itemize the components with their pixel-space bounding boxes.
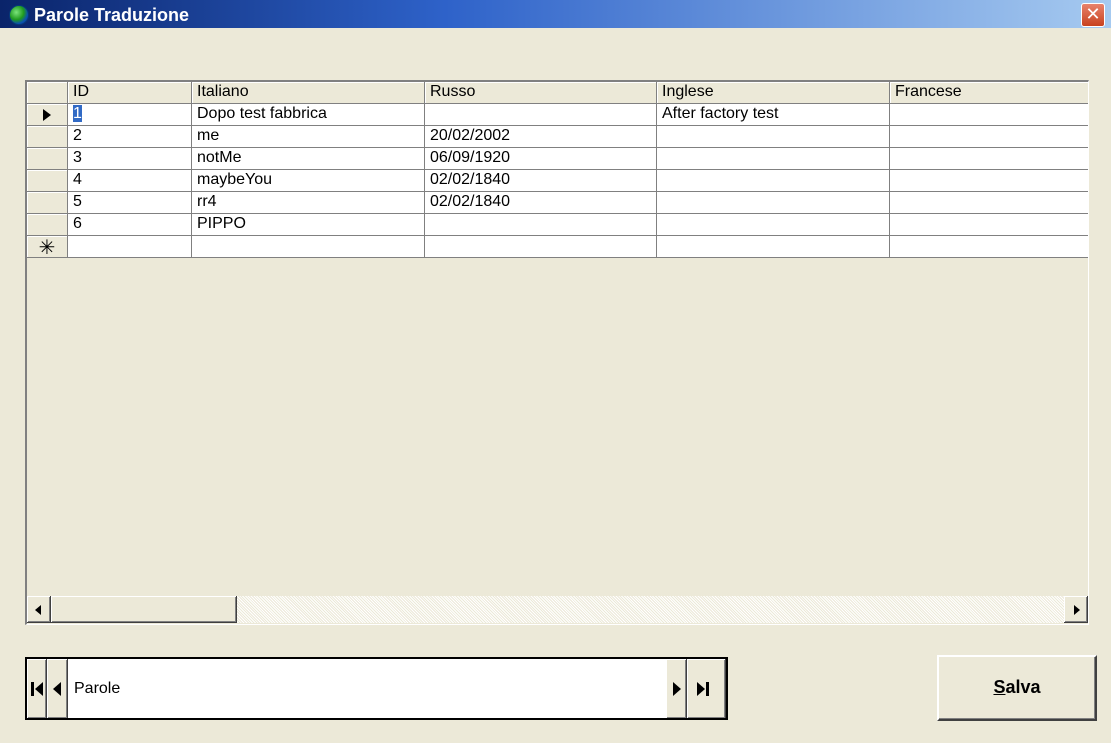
cell-russo[interactable]: 02/02/1840	[425, 192, 657, 214]
cell-id[interactable]	[68, 236, 192, 258]
cell-francese[interactable]	[890, 236, 1088, 258]
table-row[interactable]: 1 Dopo test fabbrica After factory test	[27, 104, 1088, 126]
new-record-row[interactable]: ✳	[27, 236, 1088, 258]
row-selector-new[interactable]: ✳	[27, 236, 68, 258]
row-selector[interactable]	[27, 192, 68, 214]
save-button[interactable]: Salva	[937, 655, 1097, 721]
last-record-button[interactable]	[687, 659, 726, 718]
close-button[interactable]: ✕	[1081, 3, 1105, 27]
scroll-right-button[interactable]	[1064, 596, 1088, 623]
cell-id[interactable]: 5	[68, 192, 192, 214]
row-selector[interactable]	[27, 148, 68, 170]
cell-inglese[interactable]	[657, 214, 890, 236]
row-selector-current[interactable]	[27, 104, 68, 126]
column-header-id[interactable]: ID	[68, 82, 192, 104]
table-row[interactable]: 6 PIPPO	[27, 214, 1088, 236]
table-row[interactable]: 2 me 20/02/2002	[27, 126, 1088, 148]
scroll-thumb[interactable]	[51, 596, 237, 623]
new-record-icon: ✳	[38, 236, 56, 258]
data-grid[interactable]: ID Italiano Russo Inglese Francese 1 Dop…	[25, 80, 1089, 625]
arrow-left-icon	[35, 605, 41, 615]
grid-header-row: ID Italiano Russo Inglese Francese	[27, 82, 1088, 104]
cell-inglese[interactable]	[657, 192, 890, 214]
row-selector-header[interactable]	[27, 82, 68, 104]
cell-francese[interactable]	[890, 104, 1088, 126]
row-pointer-icon	[43, 109, 51, 121]
cell-italiano[interactable]: notMe	[192, 148, 425, 170]
table-row[interactable]: 4 maybeYou 02/02/1840	[27, 170, 1088, 192]
globe-icon	[9, 5, 29, 25]
cell-russo[interactable]: 06/09/1920	[425, 148, 657, 170]
arrow-right-icon	[1074, 605, 1080, 615]
column-header-francese[interactable]: Francese	[890, 82, 1088, 104]
cell-inglese[interactable]	[657, 236, 890, 258]
cell-inglese[interactable]	[657, 148, 890, 170]
cell-inglese[interactable]	[657, 126, 890, 148]
arrow-left-icon	[53, 682, 61, 696]
cell-russo[interactable]	[425, 214, 657, 236]
table-row[interactable]: 3 notMe 06/09/1920	[27, 148, 1088, 170]
table-row[interactable]: 5 rr4 02/02/1840	[27, 192, 1088, 214]
first-record-button[interactable]	[27, 659, 47, 718]
cell-id[interactable]: 1	[68, 104, 192, 126]
cell-inglese[interactable]	[657, 170, 890, 192]
next-record-button[interactable]	[666, 659, 687, 718]
cell-id[interactable]: 4	[68, 170, 192, 192]
cell-francese[interactable]	[890, 170, 1088, 192]
arrow-right-icon	[697, 682, 705, 696]
cell-id-value: 1	[73, 105, 82, 122]
record-navigator: Parole	[25, 657, 728, 720]
cell-francese[interactable]	[890, 148, 1088, 170]
row-selector[interactable]	[27, 126, 68, 148]
cell-russo[interactable]: 02/02/1840	[425, 170, 657, 192]
title-bar[interactable]: Parole Traduzione ✕	[0, 0, 1111, 28]
cell-id[interactable]: 2	[68, 126, 192, 148]
save-button-accelerator: S	[993, 677, 1006, 697]
first-record-icon	[31, 682, 34, 696]
row-selector[interactable]	[27, 170, 68, 192]
scroll-left-button[interactable]	[27, 596, 51, 623]
arrow-left-icon	[35, 682, 43, 696]
cell-russo[interactable]: 20/02/2002	[425, 126, 657, 148]
cell-id[interactable]: 3	[68, 148, 192, 170]
row-selector[interactable]	[27, 214, 68, 236]
column-header-italiano[interactable]: Italiano	[192, 82, 425, 104]
cell-italiano[interactable]: rr4	[192, 192, 425, 214]
last-record-icon	[706, 682, 709, 696]
cell-italiano[interactable]: me	[192, 126, 425, 148]
cell-italiano[interactable]: maybeYou	[192, 170, 425, 192]
main-window: Parole Traduzione ✕ ID Italiano Russo In…	[0, 0, 1111, 743]
save-button-label: alva	[1005, 677, 1041, 697]
cell-russo[interactable]	[425, 104, 657, 126]
cell-francese[interactable]	[890, 214, 1088, 236]
cell-id[interactable]: 6	[68, 214, 192, 236]
column-header-inglese[interactable]: Inglese	[657, 82, 890, 104]
cell-italiano[interactable]: PIPPO	[192, 214, 425, 236]
cell-italiano[interactable]: Dopo test fabbrica	[192, 104, 425, 126]
column-header-russo[interactable]: Russo	[425, 82, 657, 104]
horizontal-scrollbar[interactable]	[27, 596, 1088, 623]
window-title: Parole Traduzione	[34, 5, 190, 25]
cell-francese[interactable]	[890, 126, 1088, 148]
cell-russo[interactable]	[425, 236, 657, 258]
arrow-right-icon	[673, 682, 681, 696]
cell-inglese[interactable]: After factory test	[657, 104, 890, 126]
cell-francese[interactable]	[890, 192, 1088, 214]
previous-record-button[interactable]	[47, 659, 68, 718]
cell-italiano[interactable]	[192, 236, 425, 258]
navigator-caption: Parole	[74, 680, 121, 697]
